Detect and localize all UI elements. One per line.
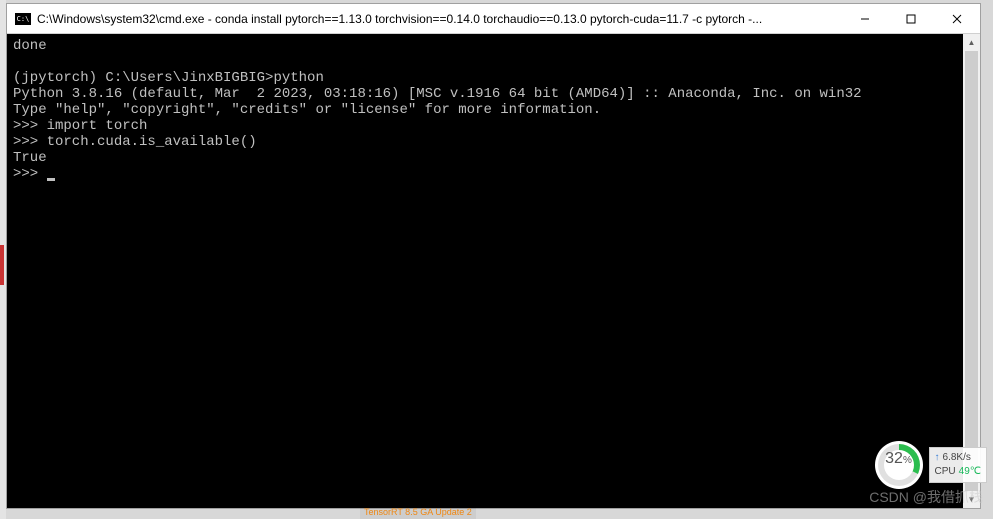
- cpu-row: CPU 49℃: [935, 465, 981, 479]
- terminal-line: done: [13, 38, 47, 54]
- percent-symbol: %: [903, 455, 912, 466]
- terminal-content[interactable]: done (jpytorch) C:\Users\JinxBIGBIG>pyth…: [7, 34, 963, 508]
- performance-circle[interactable]: 32%: [875, 441, 923, 489]
- performance-value: 32%: [884, 450, 914, 480]
- terminal-line: (jpytorch) C:\Users\JinxBIGBIG>python: [13, 70, 324, 86]
- terminal-line: >>>: [13, 166, 47, 182]
- left-accent: [0, 245, 4, 285]
- cpu-label: CPU: [935, 465, 956, 479]
- terminal-line: >>> import torch: [13, 118, 147, 134]
- system-monitor-widget[interactable]: 32% ↑ 6.8K/s CPU 49℃: [875, 441, 987, 489]
- terminal-line: Python 3.8.16 (default, Mar 2 2023, 03:1…: [13, 86, 862, 102]
- percent-value: 32: [885, 450, 903, 468]
- minimize-button[interactable]: [842, 4, 888, 34]
- scroll-up-button[interactable]: ▲: [963, 34, 980, 51]
- scroll-thumb[interactable]: [965, 51, 978, 491]
- cmd-icon: C:\: [15, 13, 31, 25]
- cmd-window: C:\ C:\Windows\system32\cmd.exe - conda …: [6, 3, 981, 509]
- maximize-button[interactable]: [888, 4, 934, 34]
- watermark: CSDN @我借抓栈: [869, 487, 983, 507]
- titlebar[interactable]: C:\ C:\Windows\system32\cmd.exe - conda …: [7, 4, 980, 34]
- terminal-line: >>> torch.cuda.is_available(): [13, 134, 257, 150]
- cpu-temp: 49℃: [959, 465, 981, 479]
- window-title: C:\Windows\system32\cmd.exe - conda inst…: [31, 12, 842, 26]
- close-button[interactable]: [934, 4, 980, 34]
- taskbar-fragment: TensorRT 8.5 GA Update 2: [360, 505, 476, 519]
- terminal-body: done (jpytorch) C:\Users\JinxBIGBIG>pyth…: [7, 34, 980, 508]
- cursor: [47, 178, 55, 181]
- terminal-line: True: [13, 150, 47, 166]
- scroll-track[interactable]: [963, 51, 980, 491]
- terminal-line: Type "help", "copyright", "credits" or "…: [13, 102, 601, 118]
- window-controls: [842, 4, 980, 34]
- upload-icon: ↑: [935, 451, 940, 465]
- net-speed-row: ↑ 6.8K/s: [935, 451, 981, 465]
- scrollbar[interactable]: ▲ ▼: [963, 34, 980, 508]
- performance-panel[interactable]: ↑ 6.8K/s CPU 49℃: [929, 447, 987, 483]
- net-speed: 6.8K/s: [943, 451, 971, 465]
